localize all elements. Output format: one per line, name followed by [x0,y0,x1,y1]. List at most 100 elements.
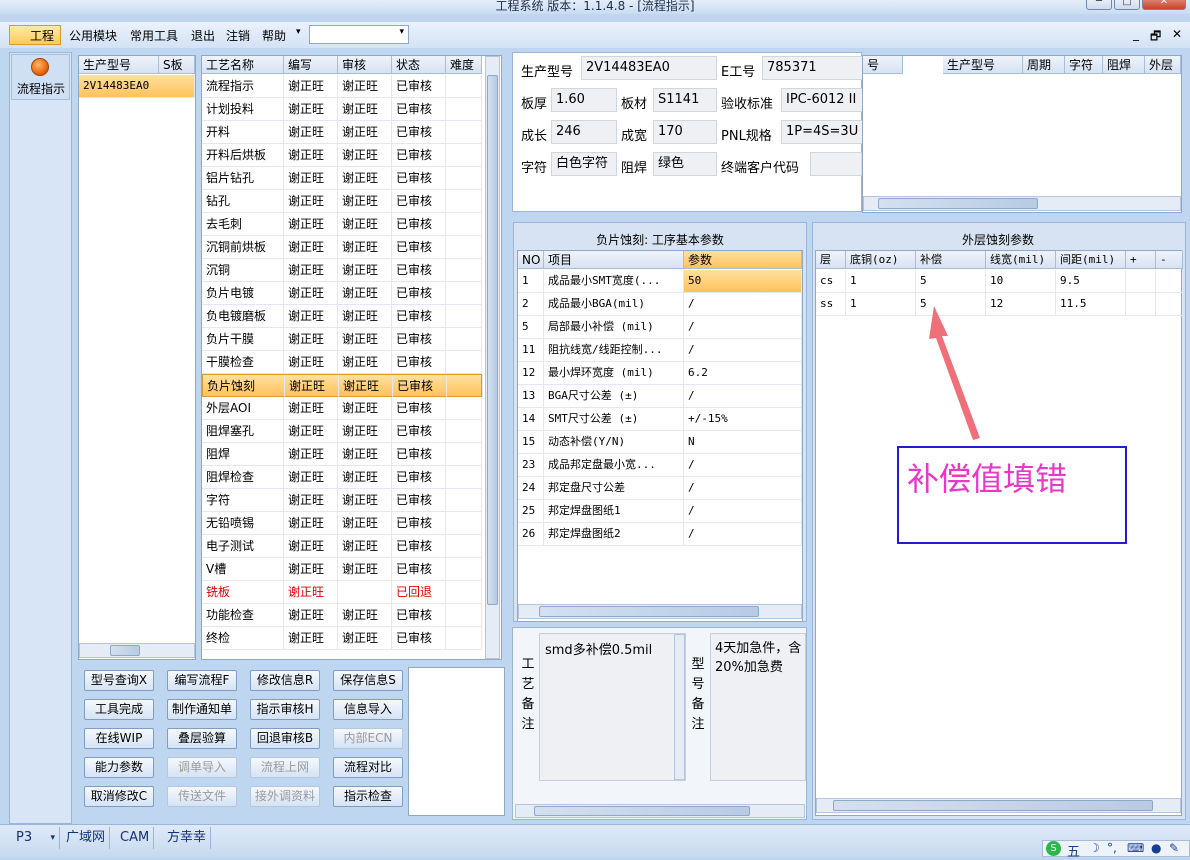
table-cell[interactable]: / [684,454,802,477]
action-button[interactable]: 内部ECN [333,728,403,749]
table-row[interactable]: 铝片钻孔 谢正旺 谢正旺 已审核 [202,167,482,190]
table-row[interactable]: 字符 谢正旺 谢正旺 已审核 [202,489,482,512]
table-cell[interactable]: 1 [846,270,916,293]
field-value[interactable]: 2V14483EA0 [581,56,717,80]
moon-icon[interactable]: ☽ [1089,841,1100,855]
scroll-thumb[interactable] [487,75,498,605]
action-button[interactable]: 流程上网 [250,757,320,778]
column-header[interactable]: 生产型号 [943,56,1023,74]
table-row[interactable]: 24 邦定盘尺寸公差 / [518,477,802,500]
column-header[interactable]: 状态 [392,56,446,74]
table-cell[interactable]: 12 [986,293,1056,316]
table-cell[interactable]: / [684,500,802,523]
action-button[interactable]: 制作通知单 [167,699,237,720]
menu-item-help[interactable]: 帮助 [262,27,286,44]
punctuation-icon[interactable]: °, [1107,841,1117,855]
table-row[interactable]: 5 局部最小补偿 (mil) / [518,316,802,339]
grid-hscrollbar[interactable] [816,798,1181,813]
table-row[interactable]: 计划投料 谢正旺 谢正旺 已审核 [202,98,482,121]
table-row[interactable]: 无铅喷锡 谢正旺 谢正旺 已审核 [202,512,482,535]
maximize-button[interactable]: □ [1114,0,1140,10]
table-cell[interactable]: / [684,339,802,362]
table-row[interactable]: 15 动态补偿(Y/N) N [518,431,802,454]
menu-item-exit[interactable]: 退出 [191,27,215,44]
table-row[interactable]: 11 阻抗线宽/线距控制... / [518,339,802,362]
table-cell[interactable]: / [684,477,802,500]
menu-item-tools[interactable]: 常用工具 [130,27,178,44]
action-button[interactable]: 型号查询X [84,670,154,691]
action-button[interactable]: 流程对比 [333,757,403,778]
scroll-thumb[interactable] [539,606,759,617]
table-row[interactable]: 阻焊检查 谢正旺 谢正旺 已审核 [202,466,482,489]
action-button[interactable]: 信息导入 [333,699,403,720]
table-cell[interactable]: 50 [684,270,802,293]
mdi-close-button[interactable]: ✕ [1172,27,1182,41]
table-row[interactable]: 铣板 谢正旺 已回退 [202,581,482,604]
menu-combo[interactable]: ▾ [309,25,409,44]
table-cell[interactable]: 10 [986,270,1056,293]
action-button[interactable]: 修改信息R [250,670,320,691]
scroll-thumb[interactable] [833,800,1153,811]
table-cell[interactable]: 5 [916,270,986,293]
table-cell[interactable]: +/-15% [684,408,802,431]
wrench-icon[interactable]: ✎ [1169,841,1179,855]
column-header[interactable]: 审核 [338,56,392,74]
table-row[interactable]: 2 成品最小BGA(mil) / [518,293,802,316]
craft-note-scrollbar[interactable] [674,634,685,780]
column-header[interactable]: - [1156,251,1183,269]
column-header[interactable]: NO [518,251,544,269]
table-cell[interactable]: / [684,523,802,546]
ime-mode[interactable]: 五 [1067,841,1080,860]
table-row[interactable]: 电子测试 谢正旺 谢正旺 已审核 [202,535,482,558]
column-header[interactable]: 难度 [446,56,482,74]
field-value[interactable]: 170 [653,120,717,144]
menu-item-logout[interactable]: 注销 [226,27,250,44]
table-row[interactable]: 流程指示 谢正旺 谢正旺 已审核 [202,75,482,98]
table-cell[interactable]: / [684,316,802,339]
table-cell[interactable]: 1 [846,293,916,316]
table-row[interactable]: 13 BGA尺寸公差 (±) / [518,385,802,408]
action-button[interactable]: 回退审核B [250,728,320,749]
table-row[interactable]: 2V14483EA0 [79,75,195,98]
scroll-thumb[interactable] [110,645,140,656]
action-button[interactable]: 指示审核H [250,699,320,720]
action-button[interactable]: 接外调资料 [250,786,320,807]
table-row[interactable]: V槽 谢正旺 谢正旺 已审核 [202,558,482,581]
column-header[interactable]: S板 [159,56,195,74]
table-cell[interactable]: / [684,385,802,408]
table-row[interactable]: 去毛刺 谢正旺 谢正旺 已审核 [202,213,482,236]
minimize-button[interactable]: ─ [1086,0,1112,10]
table-row[interactable]: 1 成品最小SMT宽度(... 50 [518,270,802,293]
user-icon[interactable]: ● [1151,841,1161,855]
action-button[interactable]: 传送文件 [167,786,237,807]
column-header[interactable]: 号 [863,56,903,74]
status-user-combo[interactable]: P3 ▾ [12,827,60,849]
column-header[interactable]: 编写 [284,56,338,74]
column-header[interactable]: 工艺名称 [202,56,284,74]
action-button[interactable]: 指示检查 [333,786,403,807]
column-header[interactable]: 生产型号 [79,56,159,74]
table-row[interactable]: 负片干膜 谢正旺 谢正旺 已审核 [202,328,482,351]
grid-hscrollbar[interactable] [863,196,1181,211]
table-row[interactable]: 沉铜 谢正旺 谢正旺 已审核 [202,259,482,282]
mdi-minimize-button[interactable]: _ [1133,27,1139,41]
field-value[interactable]: 1P=4S=3U [781,120,865,144]
table-row[interactable]: cs 1 5 10 9.5 [816,270,1183,293]
menu-item-project[interactable]: 工程 [30,27,54,44]
table-row[interactable]: 钻孔 谢正旺 谢正旺 已审核 [202,190,482,213]
column-header[interactable]: 阻焊 [1103,56,1145,74]
table-row[interactable]: 负片蚀刻 谢正旺 谢正旺 已审核 [202,374,483,398]
action-button[interactable]: 叠层验算 [167,728,237,749]
action-button[interactable]: 编写流程F [167,670,237,691]
craft-note-box[interactable]: smd多补偿0.5mil [539,633,686,781]
column-header[interactable]: 外层 [1145,56,1181,74]
model-note-box[interactable]: 4天加急件，含20%加急费 [710,633,806,781]
table-row[interactable]: 26 邦定焊盘图纸2/ [518,523,802,546]
table-cell[interactable]: 11.5 [1056,293,1126,316]
menu-item-common-modules[interactable]: 公用模块 [69,27,117,44]
action-button[interactable]: 在线WIP [84,728,154,749]
table-row[interactable]: 12 最小焊环宽度 (mil) 6.2 [518,362,802,385]
table-row[interactable]: ss 1 5 12 11.5 [816,293,1183,316]
mdi-restore-button[interactable]: 🗗 [1150,27,1161,48]
table-row[interactable]: 沉铜前烘板 谢正旺 谢正旺 已审核 [202,236,482,259]
